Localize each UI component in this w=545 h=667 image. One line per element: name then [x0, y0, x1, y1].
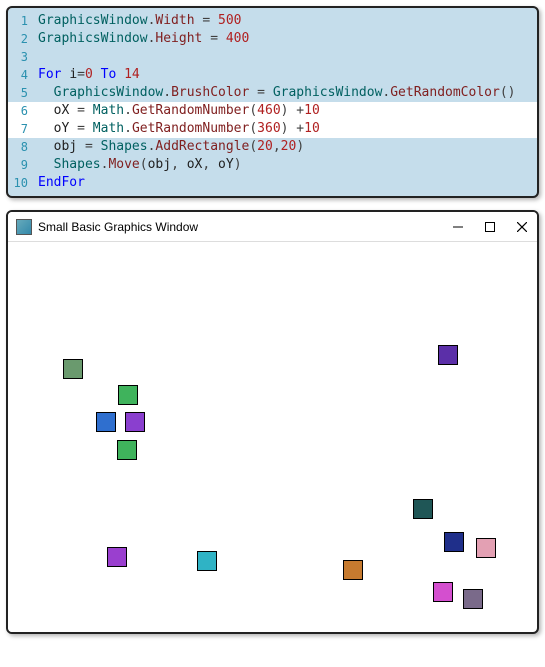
code-text: oY = Math.GetRandomNumber(360) +10: [38, 120, 537, 138]
line-number: 3: [8, 48, 38, 66]
rectangle-shape: [463, 589, 483, 609]
rectangle-shape: [343, 560, 363, 580]
line-number: 7: [8, 120, 38, 138]
window-title: Small Basic Graphics Window: [38, 220, 198, 234]
title-left: Small Basic Graphics Window: [16, 219, 198, 235]
rectangle-shape: [125, 412, 145, 432]
close-button[interactable]: [515, 220, 529, 234]
code-line: 6 oX = Math.GetRandomNumber(460) +10: [8, 102, 537, 120]
line-number: 8: [8, 138, 38, 156]
rectangle-shape: [117, 440, 137, 460]
code-text: GraphicsWindow.Width = 500: [38, 12, 537, 30]
maximize-button[interactable]: [483, 220, 497, 234]
code-text: GraphicsWindow.Height = 400: [38, 30, 537, 48]
code-text: GraphicsWindow.BrushColor = GraphicsWind…: [38, 84, 537, 102]
line-number: 5: [8, 84, 38, 102]
line-number: 2: [8, 30, 38, 48]
window-controls: [451, 220, 529, 234]
rectangle-shape: [63, 359, 83, 379]
code-text: For i=0 To 14: [38, 66, 537, 84]
minimize-button[interactable]: [451, 220, 465, 234]
code-editor-panel: 1 GraphicsWindow.Width = 500 2 GraphicsW…: [6, 6, 539, 198]
line-number: 10: [8, 174, 38, 192]
minimize-icon: [453, 222, 463, 232]
code-text: Shapes.Move(obj, oX, oY): [38, 156, 537, 174]
code-line: 10 EndFor: [8, 174, 537, 192]
line-number: 9: [8, 156, 38, 174]
rectangle-shape: [197, 551, 217, 571]
graphics-canvas: [8, 242, 528, 632]
graphics-window: Small Basic Graphics Window: [6, 210, 539, 634]
code-line: 2 GraphicsWindow.Height = 400: [8, 30, 537, 48]
code-line: 5 GraphicsWindow.BrushColor = GraphicsWi…: [8, 84, 537, 102]
line-number: 1: [8, 12, 38, 30]
rectangle-shape: [96, 412, 116, 432]
close-icon: [517, 222, 527, 232]
code-line: 3: [8, 48, 537, 66]
app-icon: [16, 219, 32, 235]
rectangle-shape: [118, 385, 138, 405]
code-line: 7 oY = Math.GetRandomNumber(360) +10: [8, 120, 537, 138]
line-number: 4: [8, 66, 38, 84]
titlebar[interactable]: Small Basic Graphics Window: [8, 212, 537, 242]
code-line: 9 Shapes.Move(obj, oX, oY): [8, 156, 537, 174]
code-text: oX = Math.GetRandomNumber(460) +10: [38, 102, 537, 120]
code-line: 8 obj = Shapes.AddRectangle(20,20): [8, 138, 537, 156]
code-text: obj = Shapes.AddRectangle(20,20): [38, 138, 537, 156]
code-line: 1 GraphicsWindow.Width = 500: [8, 12, 537, 30]
rectangle-shape: [438, 345, 458, 365]
code-text: EndFor: [38, 174, 537, 192]
code-line: 4 For i=0 To 14: [8, 66, 537, 84]
rectangle-shape: [107, 547, 127, 567]
rectangle-shape: [476, 538, 496, 558]
rectangle-shape: [413, 499, 433, 519]
rectangle-shape: [433, 582, 453, 602]
maximize-icon: [485, 222, 495, 232]
line-number: 6: [8, 102, 38, 120]
rectangle-shape: [444, 532, 464, 552]
